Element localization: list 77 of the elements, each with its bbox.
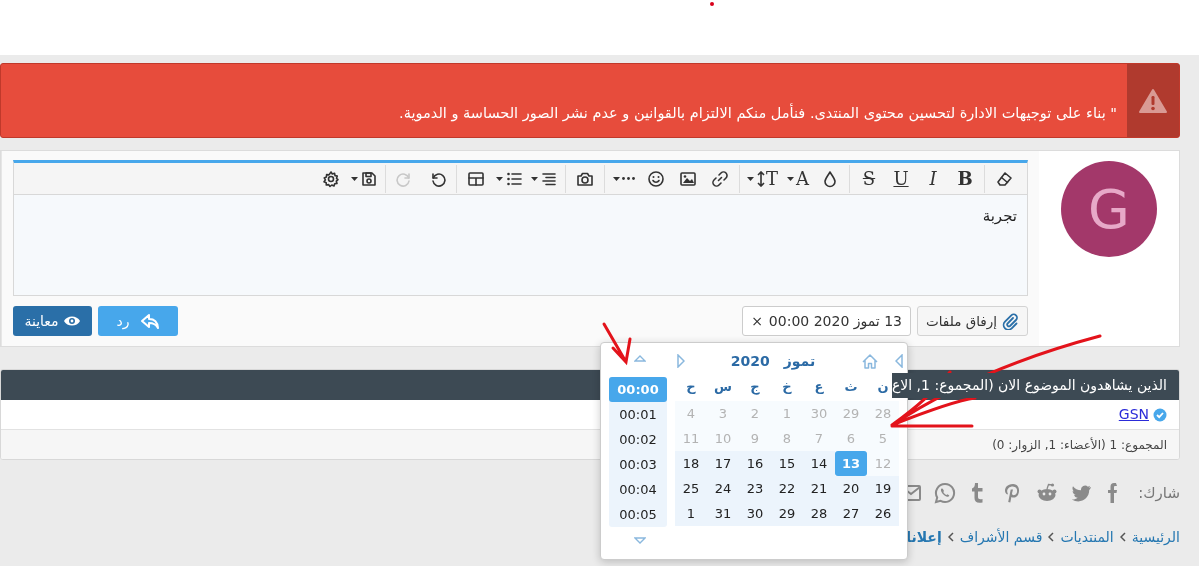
annotation-arrow (602, 322, 632, 366)
toolbar-button[interactable]: B (949, 164, 981, 193)
phone-bubble-icon[interactable] (934, 482, 957, 505)
caret-icon (496, 176, 503, 181)
caret-icon (787, 176, 794, 181)
dot-mark (710, 2, 714, 6)
chevron-icon (947, 532, 954, 542)
table-icon (467, 169, 485, 188)
link-icon (711, 169, 729, 188)
viewers-total: المجموع: 1 (الأعضاء: 1, الزوار: 0) (992, 436, 1167, 454)
caret-icon (613, 176, 620, 181)
save-icon (360, 169, 378, 188)
breadcrumb-link[interactable]: الرئيسية (1131, 526, 1180, 548)
time-option[interactable]: 00:02 (609, 427, 667, 452)
more-icon (622, 177, 635, 180)
day-cell[interactable]: 28 (803, 501, 835, 526)
image-icon (679, 169, 697, 188)
day-cell[interactable]: 30 (739, 501, 771, 526)
settings-icon (322, 169, 340, 188)
share-label: شارك: (1138, 483, 1180, 504)
month-label[interactable]: تموز (783, 350, 816, 372)
day-cell[interactable]: 27 (835, 501, 867, 526)
preview-button[interactable]: معاينة (13, 306, 92, 336)
weekday-label: ث (843, 378, 859, 397)
caret-icon (351, 176, 358, 181)
day-cell[interactable]: 24 (707, 476, 739, 501)
day-cell[interactable]: 19 (867, 476, 899, 501)
toolbar-button[interactable]: S (853, 164, 885, 193)
day-cell[interactable]: 16 (739, 451, 771, 476)
toolbar-button[interactable]: I (917, 164, 949, 193)
time-option[interactable]: 00:01 (609, 402, 667, 427)
toolbar-button[interactable]: U (885, 164, 917, 193)
day-cell[interactable]: 31 (707, 501, 739, 526)
year-label[interactable]: 2020 (730, 350, 770, 372)
avatar: G (1061, 161, 1157, 257)
eraser-icon (995, 169, 1013, 188)
time-option[interactable]: 00:04 (609, 477, 667, 502)
weekday-label: س (713, 378, 733, 397)
date-value: 13 تموز 2020 00:00 (768, 311, 903, 332)
remove-button[interactable]: × (751, 310, 763, 332)
panel-title: الذين يشاهدون الموضوع الان (المجموع: 1, الاع (891, 372, 1167, 398)
chevron-icon (1048, 532, 1055, 542)
paperclip-icon (1001, 312, 1019, 330)
day-cell[interactable]: 23 (739, 476, 771, 501)
smiley-icon (647, 169, 665, 188)
resize-icon (756, 170, 766, 187)
warning-icon (1139, 87, 1167, 114)
day-cell[interactable]: 15 (771, 451, 803, 476)
day-cell[interactable]: 18 (675, 451, 707, 476)
caret-icon (747, 176, 754, 181)
drop-icon (821, 169, 839, 188)
caret-icon (531, 176, 538, 181)
time-option[interactable]: 00:05 (609, 502, 667, 527)
weekday-label: ج (749, 378, 761, 397)
day-cell[interactable]: 22 (771, 476, 803, 501)
text-area[interactable]: تجربة (14, 195, 1027, 295)
breadcrumb-link[interactable]: المنتديات (1060, 526, 1114, 548)
day-cell[interactable]: 26 (867, 501, 899, 526)
breadcrumb-link[interactable]: قسم الأشراف (959, 526, 1043, 548)
attach-files-button[interactable]: إرفاق ملفات (917, 306, 1028, 336)
day-cell[interactable]: 17 (707, 451, 739, 476)
weekday-label: خ (781, 378, 793, 397)
toolbar-button[interactable]: A (782, 164, 814, 193)
day-cell[interactable]: 25 (675, 476, 707, 501)
member-link[interactable]: GSN (1118, 404, 1149, 425)
reply-icon (139, 312, 160, 330)
toolbar-button[interactable]: T (743, 164, 782, 193)
day-cell[interactable]: 29 (771, 501, 803, 526)
chevron-icon (1119, 532, 1126, 542)
alert-text: " بناء على توجيهات الادارة لتحسين محتوى المنتدى. فنأمل منكم الالتزام بالقوانين و عدم نشر الصور الحساسة و الدموية. (399, 103, 1117, 124)
time-option[interactable]: 00:03 (609, 452, 667, 477)
weekday-label: ح (685, 378, 697, 397)
day-cell[interactable]: 14 (803, 451, 835, 476)
day-cell[interactable]: 1 (675, 501, 707, 526)
weekday-label: ع (813, 378, 825, 397)
day-cell[interactable]: 21 (803, 476, 835, 501)
day-cell[interactable]: 20 (835, 476, 867, 501)
